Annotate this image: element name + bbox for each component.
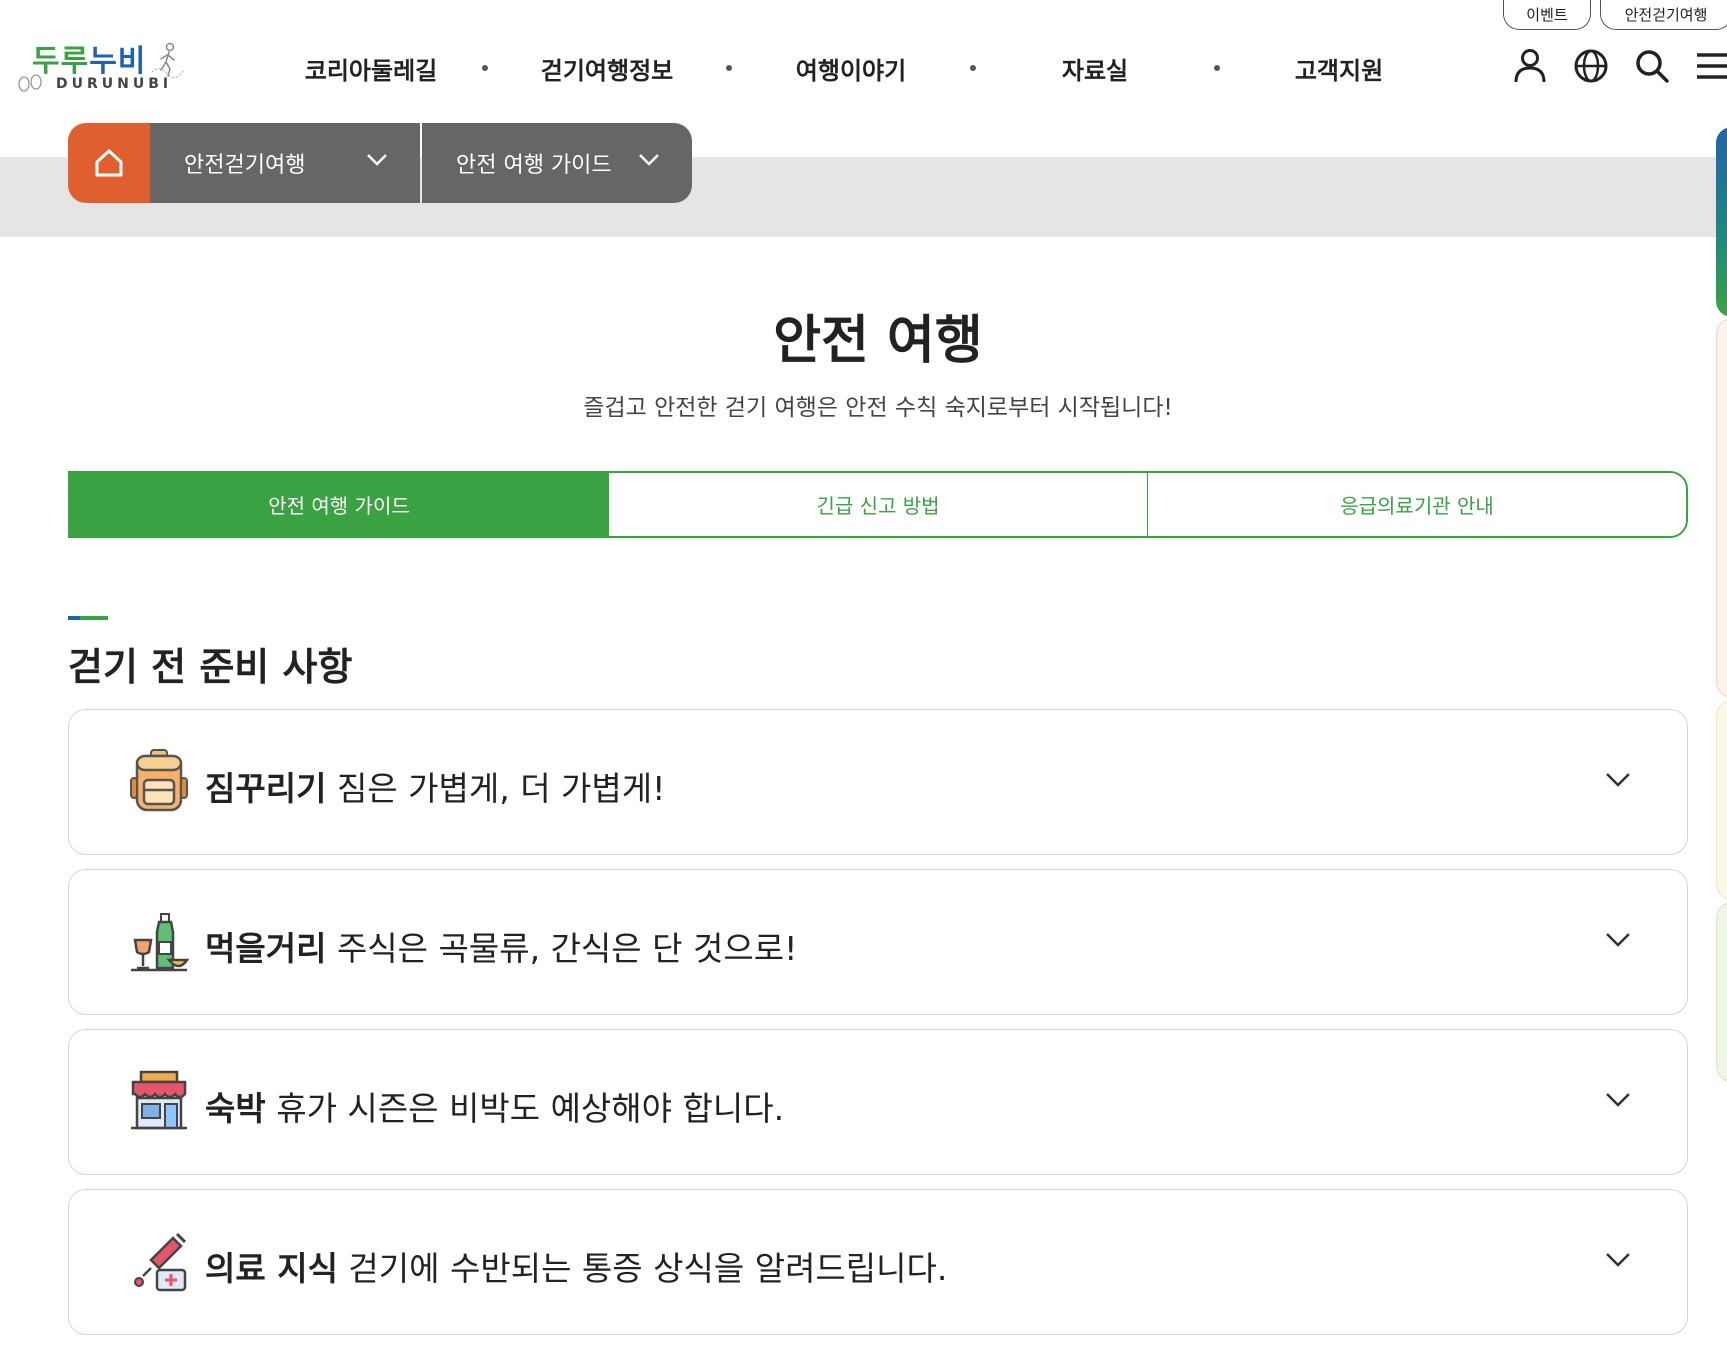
chevron-down-icon	[1606, 933, 1630, 947]
safe-walking-link[interactable]: 안전걷기여행	[1600, 0, 1727, 30]
content-tabs: 안전 여행 가이드 긴급 신고 방법 응급의료기관 안내	[68, 471, 1688, 538]
nav-customer-support[interactable]: 고객지원	[1220, 51, 1458, 86]
site-header: 두루누비 DURUNUBI 코리아둘레길 걷기여행정보 여행이야기 자료실 고객…	[0, 0, 1727, 124]
logo-wordmark: 두루누비	[32, 44, 147, 79]
event-link[interactable]: 이벤트	[1503, 0, 1591, 30]
accordion-lodging[interactable]: 숙박 휴가 시즌은 비박도 예상해야 합니다.	[68, 1029, 1688, 1175]
accordion-title: 숙박 휴가 시즌은 비박도 예상해야 합니다.	[205, 1089, 785, 1128]
accordion-food[interactable]: 먹을거리 주식은 곡물류, 간식은 단 것으로!	[68, 869, 1688, 1015]
logo-subtext: DURUNUBI	[56, 76, 173, 92]
chevron-down-icon	[367, 154, 387, 166]
nav-travel-stories[interactable]: 여행이야기	[732, 51, 970, 86]
home-icon	[95, 149, 123, 177]
page-title: 안전 여행	[773, 311, 983, 371]
lodging-shop-icon	[131, 1070, 187, 1130]
nav-korea-dulle-trail[interactable]: 코리아둘레길	[260, 51, 482, 86]
main-navigation: 코리아둘레길 걷기여행정보 여행이야기 자료실 고객지원	[260, 48, 1458, 88]
tab-safe-travel-guide[interactable]: 안전 여행 가이드	[70, 473, 608, 536]
chevron-down-icon	[639, 154, 659, 166]
section-accent-bar	[68, 616, 108, 620]
chevron-down-icon	[1606, 1093, 1630, 1107]
page-description: 즐겁고 안전한 걷기 여행은 안전 수칙 숙지로부터 시작됩니다!	[583, 395, 1173, 421]
side-quick-card-yellow[interactable]	[1716, 700, 1727, 900]
chevron-down-icon	[1606, 1253, 1630, 1267]
accordion-title: 먹을거리 주식은 곡물류, 간식은 단 것으로!	[205, 929, 798, 968]
accordion-title: 의료 지식 걷기에 수반되는 통증 상식을 알려드립니다.	[205, 1249, 948, 1288]
nav-archive[interactable]: 자료실	[976, 51, 1214, 86]
breadcrumb-level2-label: 안전 여행 가이드	[456, 153, 612, 178]
home-button[interactable]	[68, 123, 150, 203]
tab-emergency-medical[interactable]: 응급의료기관 안내	[1147, 473, 1686, 536]
nav-walking-travel-info[interactable]: 걷기여행정보	[488, 51, 726, 86]
medical-syringe-icon	[134, 1232, 187, 1292]
accordion-packing[interactable]: 짐꾸리기 짐은 가볍게, 더 가볍게!	[68, 709, 1688, 855]
side-quick-card-peach[interactable]	[1716, 318, 1727, 698]
accordion-title: 짐꾸리기 짐은 가볍게, 더 가볍게!	[205, 769, 666, 808]
walker-icon	[151, 42, 184, 78]
section-title: 걷기 전 준비 사항	[68, 645, 353, 689]
durunubi-logo[interactable]: 두루누비 DURUNUBI	[16, 36, 186, 96]
breadcrumb-level1-select[interactable]: 안전걷기여행	[150, 123, 420, 203]
side-quick-card-blue[interactable]	[1716, 127, 1727, 317]
accordion-medical[interactable]: 의료 지식 걷기에 수반되는 통증 상식을 알려드립니다.	[68, 1189, 1688, 1335]
food-drink-icon	[131, 913, 189, 972]
side-quick-card-green[interactable]	[1716, 902, 1727, 1082]
breadcrumb-level1-label: 안전걷기여행	[184, 153, 306, 178]
menu-icon[interactable]	[1693, 46, 1727, 86]
tab-emergency-report[interactable]: 긴급 신고 방법	[608, 473, 1147, 536]
breadcrumb-level2-select[interactable]: 안전 여행 가이드	[422, 123, 692, 203]
search-icon[interactable]	[1632, 46, 1672, 86]
chevron-down-icon	[1606, 773, 1630, 787]
user-icon[interactable]	[1510, 46, 1550, 86]
backpack-icon	[130, 749, 188, 812]
footprint-icon	[18, 74, 42, 92]
globe-icon[interactable]	[1571, 46, 1611, 86]
